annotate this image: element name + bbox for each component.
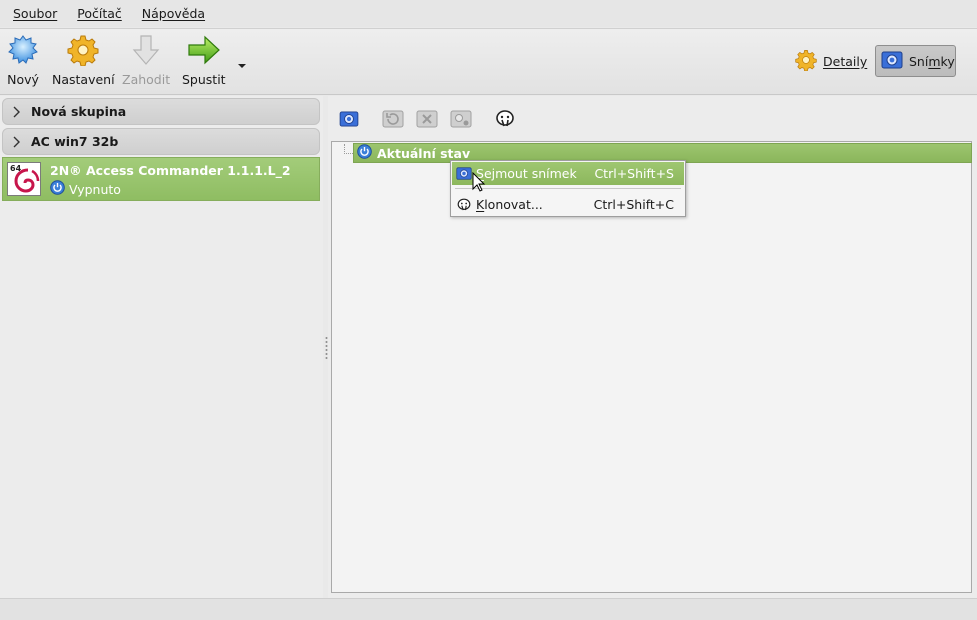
vm-state: Vypnuto	[50, 180, 121, 198]
vm-state-label: Vypnuto	[69, 181, 121, 197]
snapshots-button[interactable]: Snímky	[875, 45, 956, 77]
power-off-icon	[50, 180, 65, 198]
snapshots-label-mnemonic: m	[928, 53, 941, 69]
take-snapshot-icon[interactable]	[336, 108, 362, 130]
start-button[interactable]: Spustit	[182, 33, 226, 87]
snapshot-details-icon[interactable]	[448, 108, 474, 130]
details-button[interactable]: Detaily	[789, 46, 873, 76]
shortcut-label: Ctrl+Shift+S	[594, 166, 674, 181]
delete-snapshot-icon[interactable]	[414, 108, 440, 130]
group-ac-win7[interactable]: AC win7 32b	[2, 128, 320, 155]
snapshots-label: Snímky	[909, 54, 955, 69]
current-state-label: Aktuální stav	[377, 145, 471, 161]
power-off-icon	[357, 144, 372, 162]
main-toolbar: Nový Nastavení Zahodit Spustit Detaily S…	[0, 28, 977, 95]
vm-list: Nová skupina AC win7 32b 64 2N® Access C…	[0, 96, 323, 598]
menu-bar: Soubor Počítač Nápověda	[0, 0, 977, 27]
sheep-icon	[452, 197, 476, 213]
chevron-right-icon	[3, 106, 31, 118]
start-dropdown-icon[interactable]	[237, 58, 247, 72]
settings-button[interactable]: Nastavení	[52, 33, 115, 87]
vm-name: 2N® Access Commander 1.1.1.L_2	[50, 163, 291, 178]
snapshot-toolbar	[336, 108, 518, 130]
menu-help[interactable]: Nápověda	[132, 6, 215, 21]
label-rest: lonovat...	[484, 197, 543, 212]
gear-icon	[66, 33, 100, 67]
snapshots-label-part: ky	[940, 53, 955, 69]
group-label: AC win7 32b	[31, 134, 119, 149]
status-bar	[0, 598, 977, 620]
label-rest: ejmout snímek	[483, 166, 577, 181]
tree-branch-line	[344, 144, 353, 154]
menu-take-snapshot-label: Sejmout snímek	[476, 166, 594, 181]
menu-machine[interactable]: Počítač	[67, 6, 132, 21]
group-nova-skupina[interactable]: Nová skupina	[2, 98, 320, 125]
new-button[interactable]: Nový	[6, 33, 40, 87]
menu-separator	[455, 188, 681, 189]
new-label: Nový	[7, 72, 39, 87]
restore-snapshot-icon[interactable]	[380, 108, 406, 130]
details-gear-icon	[795, 49, 817, 74]
discard-button[interactable]: Zahodit	[122, 33, 170, 87]
arrow-down-icon	[129, 33, 163, 67]
mouse-cursor-icon	[472, 171, 486, 195]
clone-sheep-icon[interactable]	[492, 108, 518, 130]
debian-icon: 64	[7, 162, 41, 196]
menu-file[interactable]: Soubor	[3, 6, 67, 21]
new-icon	[6, 33, 40, 67]
discard-label: Zahodit	[122, 72, 171, 87]
vm-item-access-commander[interactable]: 64 2N® Access Commander 1.1.1.L_2 Vypnut…	[2, 157, 320, 201]
shortcut-label: Ctrl+Shift+C	[593, 197, 674, 212]
group-label: Nová skupina	[31, 104, 127, 119]
menu-clone-label: Klonovat...	[476, 197, 594, 212]
chevron-right-icon	[3, 136, 31, 148]
details-label: Detaily	[823, 53, 868, 69]
menu-take-snapshot[interactable]: Sejmout snímek Ctrl+Shift+S	[452, 162, 684, 185]
settings-label: Nastavení	[52, 72, 115, 87]
arrow-right-icon	[187, 33, 221, 67]
camera-icon	[881, 51, 903, 72]
menu-clone[interactable]: Klonovat... Ctrl+Shift+C	[452, 193, 684, 216]
snapshots-label-part: Sní	[909, 53, 929, 69]
start-label: Spustit	[182, 72, 226, 87]
mnemonic: K	[476, 197, 485, 212]
